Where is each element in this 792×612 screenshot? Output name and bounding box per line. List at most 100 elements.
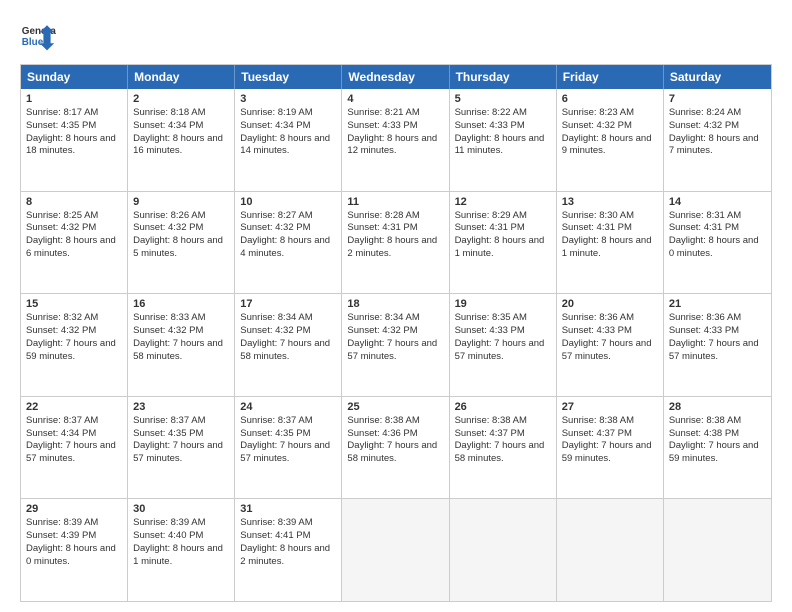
sunrise: Sunrise: 8:35 AM xyxy=(455,312,527,323)
sunrise: Sunrise: 8:39 AM xyxy=(133,517,205,528)
calendar-cell: 27Sunrise: 8:38 AMSunset: 4:37 PMDayligh… xyxy=(557,397,664,499)
sunset: Sunset: 4:32 PM xyxy=(240,325,310,336)
header-day-tuesday: Tuesday xyxy=(235,65,342,89)
sunrise: Sunrise: 8:28 AM xyxy=(347,210,419,221)
sunrise: Sunrise: 8:29 AM xyxy=(455,210,527,221)
calendar-cell xyxy=(450,499,557,601)
sunrise: Sunrise: 8:24 AM xyxy=(669,107,741,118)
day-number: 13 xyxy=(562,196,658,208)
day-number: 3 xyxy=(240,93,336,105)
header-day-thursday: Thursday xyxy=(450,65,557,89)
calendar-cell: 10Sunrise: 8:27 AMSunset: 4:32 PMDayligh… xyxy=(235,192,342,294)
calendar-cell: 17Sunrise: 8:34 AMSunset: 4:32 PMDayligh… xyxy=(235,294,342,396)
calendar-cell: 16Sunrise: 8:33 AMSunset: 4:32 PMDayligh… xyxy=(128,294,235,396)
sunset: Sunset: 4:35 PM xyxy=(240,428,310,439)
daylight: Daylight: 8 hours and 12 minutes. xyxy=(347,133,437,157)
calendar-cell: 18Sunrise: 8:34 AMSunset: 4:32 PMDayligh… xyxy=(342,294,449,396)
day-number: 12 xyxy=(455,196,551,208)
calendar-cell: 8Sunrise: 8:25 AMSunset: 4:32 PMDaylight… xyxy=(21,192,128,294)
day-number: 1 xyxy=(26,93,122,105)
logo-icon: General Blue xyxy=(20,18,56,54)
day-number: 20 xyxy=(562,298,658,310)
daylight: Daylight: 8 hours and 4 minutes. xyxy=(240,235,330,259)
sunset: Sunset: 4:31 PM xyxy=(455,222,525,233)
daylight: Daylight: 8 hours and 14 minutes. xyxy=(240,133,330,157)
sunrise: Sunrise: 8:26 AM xyxy=(133,210,205,221)
sunset: Sunset: 4:32 PM xyxy=(347,325,417,336)
sunrise: Sunrise: 8:38 AM xyxy=(455,415,527,426)
daylight: Daylight: 8 hours and 18 minutes. xyxy=(26,133,116,157)
sunrise: Sunrise: 8:37 AM xyxy=(240,415,312,426)
day-number: 28 xyxy=(669,401,766,413)
sunset: Sunset: 4:32 PM xyxy=(26,222,96,233)
sunrise: Sunrise: 8:25 AM xyxy=(26,210,98,221)
calendar-cell: 23Sunrise: 8:37 AMSunset: 4:35 PMDayligh… xyxy=(128,397,235,499)
daylight: Daylight: 7 hours and 57 minutes. xyxy=(455,338,545,362)
sunset: Sunset: 4:41 PM xyxy=(240,530,310,541)
sunset: Sunset: 4:35 PM xyxy=(26,120,96,131)
day-number: 7 xyxy=(669,93,766,105)
sunrise: Sunrise: 8:21 AM xyxy=(347,107,419,118)
day-number: 18 xyxy=(347,298,443,310)
sunrise: Sunrise: 8:27 AM xyxy=(240,210,312,221)
sunset: Sunset: 4:32 PM xyxy=(133,325,203,336)
calendar-cell: 4Sunrise: 8:21 AMSunset: 4:33 PMDaylight… xyxy=(342,89,449,191)
logo: General Blue xyxy=(20,18,56,54)
calendar-cell: 21Sunrise: 8:36 AMSunset: 4:33 PMDayligh… xyxy=(664,294,771,396)
daylight: Daylight: 7 hours and 58 minutes. xyxy=(133,338,223,362)
sunset: Sunset: 4:32 PM xyxy=(669,120,739,131)
calendar-cell: 1 Sunrise: 8:17 AM Sunset: 4:35 PM Daylight… xyxy=(21,89,128,191)
day-number: 2 xyxy=(133,93,229,105)
day-number: 8 xyxy=(26,196,122,208)
calendar-cell: 13Sunrise: 8:30 AMSunset: 4:31 PMDayligh… xyxy=(557,192,664,294)
daylight: Daylight: 7 hours and 57 minutes. xyxy=(133,440,223,464)
calendar: SundayMondayTuesdayWednesdayThursdayFrid… xyxy=(20,64,772,602)
sunrise: Sunrise: 8:39 AM xyxy=(240,517,312,528)
daylight: Daylight: 7 hours and 58 minutes. xyxy=(347,440,437,464)
sunrise: Sunrise: 8:19 AM xyxy=(240,107,312,118)
day-number: 24 xyxy=(240,401,336,413)
daylight: Daylight: 8 hours and 5 minutes. xyxy=(133,235,223,259)
sunset: Sunset: 4:33 PM xyxy=(347,120,417,131)
sunset: Sunset: 4:33 PM xyxy=(455,120,525,131)
calendar-cell: 26Sunrise: 8:38 AMSunset: 4:37 PMDayligh… xyxy=(450,397,557,499)
daylight: Daylight: 8 hours and 1 minute. xyxy=(562,235,652,259)
calendar-week-4: 22Sunrise: 8:37 AMSunset: 4:34 PMDayligh… xyxy=(21,396,771,499)
calendar-cell xyxy=(342,499,449,601)
calendar-cell: 2Sunrise: 8:18 AMSunset: 4:34 PMDaylight… xyxy=(128,89,235,191)
svg-text:Blue: Blue xyxy=(22,37,44,48)
calendar-cell: 11Sunrise: 8:28 AMSunset: 4:31 PMDayligh… xyxy=(342,192,449,294)
daylight: Daylight: 8 hours and 0 minutes. xyxy=(669,235,759,259)
calendar-cell: 9Sunrise: 8:26 AMSunset: 4:32 PMDaylight… xyxy=(128,192,235,294)
sunrise: Sunrise: 8:33 AM xyxy=(133,312,205,323)
sunset: Sunset: 4:39 PM xyxy=(26,530,96,541)
daylight: Daylight: 7 hours and 59 minutes. xyxy=(669,440,759,464)
sunset: Sunset: 4:37 PM xyxy=(562,428,632,439)
calendar-cell: 25Sunrise: 8:38 AMSunset: 4:36 PMDayligh… xyxy=(342,397,449,499)
sunrise: Sunrise: 8:38 AM xyxy=(347,415,419,426)
calendar-body: 1 Sunrise: 8:17 AM Sunset: 4:35 PM Daylight… xyxy=(21,89,771,601)
daylight: Daylight: 8 hours and 2 minutes. xyxy=(347,235,437,259)
header-day-saturday: Saturday xyxy=(664,65,771,89)
daylight: Daylight: 7 hours and 59 minutes. xyxy=(26,338,116,362)
sunrise: Sunrise: 8:31 AM xyxy=(669,210,741,221)
calendar-cell xyxy=(664,499,771,601)
sunset: Sunset: 4:40 PM xyxy=(133,530,203,541)
sunset: Sunset: 4:37 PM xyxy=(455,428,525,439)
sunset: Sunset: 4:34 PM xyxy=(133,120,203,131)
calendar-cell: 19Sunrise: 8:35 AMSunset: 4:33 PMDayligh… xyxy=(450,294,557,396)
sunrise: Sunrise: 8:36 AM xyxy=(562,312,634,323)
calendar-cell: 30Sunrise: 8:39 AMSunset: 4:40 PMDayligh… xyxy=(128,499,235,601)
sunset: Sunset: 4:32 PM xyxy=(133,222,203,233)
sunrise: Sunrise: 8:17 AM xyxy=(26,107,98,118)
sunrise: Sunrise: 8:34 AM xyxy=(240,312,312,323)
sunrise: Sunrise: 8:38 AM xyxy=(562,415,634,426)
sunset: Sunset: 4:36 PM xyxy=(347,428,417,439)
sunset: Sunset: 4:38 PM xyxy=(669,428,739,439)
sunset: Sunset: 4:33 PM xyxy=(455,325,525,336)
calendar-cell xyxy=(557,499,664,601)
header-day-friday: Friday xyxy=(557,65,664,89)
sunset: Sunset: 4:34 PM xyxy=(240,120,310,131)
sunrise: Sunrise: 8:32 AM xyxy=(26,312,98,323)
sunrise: Sunrise: 8:37 AM xyxy=(26,415,98,426)
